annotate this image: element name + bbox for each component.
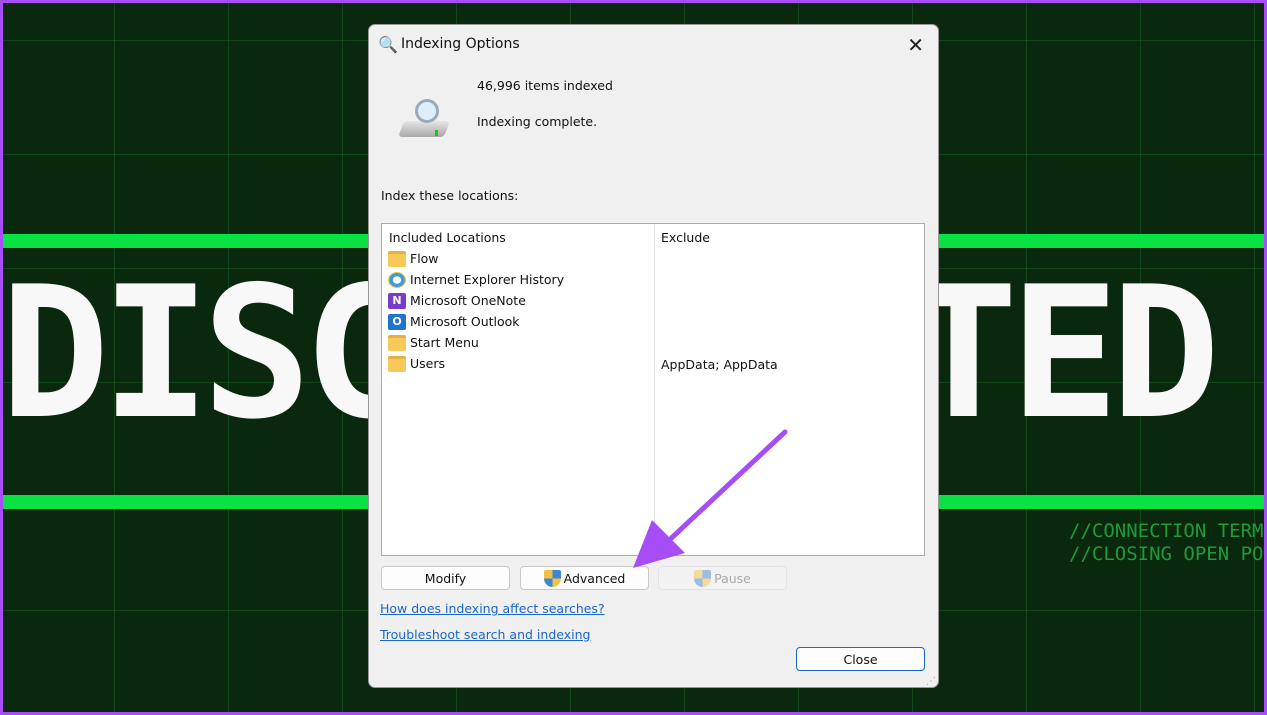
annotation-arrow (633, 429, 788, 568)
